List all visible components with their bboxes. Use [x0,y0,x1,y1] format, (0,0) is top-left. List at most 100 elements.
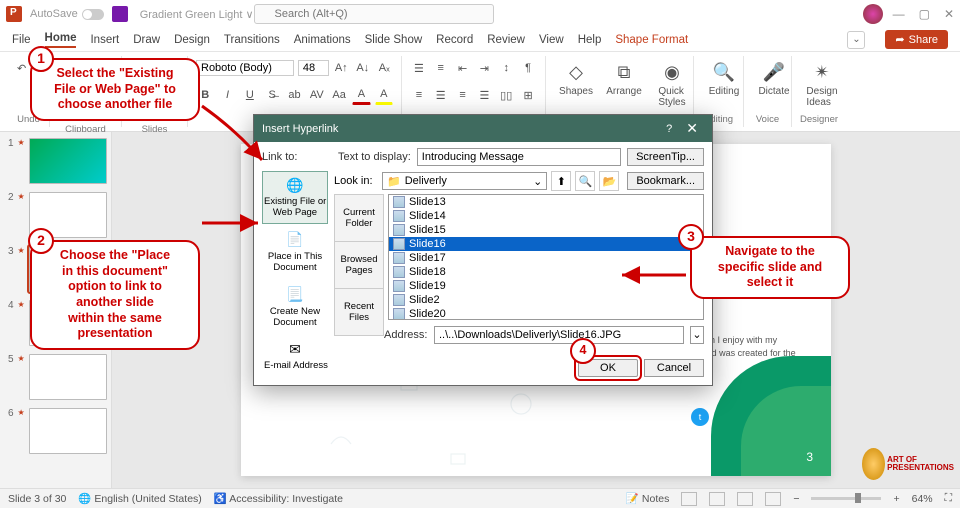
autosave-toggle[interactable]: AutoSave [30,8,104,20]
tab-review[interactable]: Review [487,34,525,46]
document-name[interactable]: Gradient Green Light ∨ [140,8,254,21]
screentip-button[interactable]: ScreenTip... [627,148,704,166]
tab-file[interactable]: File [12,34,31,46]
shapes-button[interactable]: ◇Shapes [554,58,598,99]
twitter-icon[interactable]: t [691,408,709,426]
notes-button[interactable]: 📝 Notes [626,492,669,505]
user-avatar[interactable] [863,4,883,24]
font-size-combo[interactable] [298,60,329,76]
convert-smartart-icon[interactable]: ⊞ [519,85,537,105]
tab-design[interactable]: Design [174,34,210,46]
file-item[interactable]: Slide18 [389,265,703,279]
up-folder-icon[interactable]: ⬆ [551,171,571,191]
close-icon[interactable]: ✕ [944,7,954,21]
numbering-icon[interactable]: ≡ [432,58,450,78]
normal-view-icon[interactable] [681,492,697,506]
tab-browsed-pages[interactable]: Browsed Pages [335,242,383,289]
clear-format-icon[interactable]: Aₓ [376,58,394,78]
tab-shape-format[interactable]: Shape Format [615,34,688,46]
thumb-6[interactable]: 6★ [4,408,107,454]
italic-icon[interactable]: I [218,85,236,105]
linkto-existing-file[interactable]: 🌐Existing File or Web Page [262,171,328,224]
file-item[interactable]: Slide19 [389,279,703,293]
linkto-create-new[interactable]: 📃Create New Document [262,281,328,334]
highlight-icon[interactable]: A [375,85,393,105]
tab-transitions[interactable]: Transitions [224,34,280,46]
increase-font-icon[interactable]: A↑ [333,58,351,78]
linkto-email[interactable]: ✉E-mail Address [262,335,328,376]
justify-icon[interactable]: ☰ [475,85,493,105]
tab-slideshow[interactable]: Slide Show [365,34,423,46]
align-right-icon[interactable]: ≡ [454,85,472,105]
address-input[interactable] [434,326,684,344]
tab-draw[interactable]: Draw [133,34,160,46]
bookmark-button[interactable]: Bookmark... [627,172,704,190]
text-display-input[interactable] [417,148,621,166]
zoom-in-icon[interactable]: + [893,493,899,505]
browse-web-icon[interactable]: 🔍 [575,171,595,191]
font-color-icon[interactable]: A [352,85,370,105]
file-item[interactable]: Slide2 [389,293,703,307]
file-item[interactable]: Slide13 [389,195,703,209]
spacing-icon[interactable]: AV [308,85,326,105]
thumb-2[interactable]: 2★ [4,192,107,238]
strike-icon[interactable]: S̶ [263,85,281,105]
toggle-icon[interactable] [82,9,104,20]
text-direction-icon[interactable]: ¶ [519,58,537,78]
thumb-5[interactable]: 5★ [4,354,107,400]
undo-icon[interactable]: ↶ [16,58,27,78]
file-list[interactable]: Slide13Slide14Slide15Slide16Slide17Slide… [388,194,704,320]
shadow-icon[interactable]: ab [285,85,303,105]
slideshow-view-icon[interactable] [765,492,781,506]
columns-icon[interactable]: ▯▯ [497,85,515,105]
editing-button[interactable]: 🔍Editing [702,58,746,99]
indent-inc-icon[interactable]: ⇥ [475,58,493,78]
change-case-icon[interactable]: Aa [330,85,348,105]
tab-current-folder[interactable]: Current Folder [335,195,383,242]
align-center-icon[interactable]: ☰ [432,85,450,105]
share-button[interactable]: ➦ Share [885,30,948,49]
file-item[interactable]: Slide17 [389,251,703,265]
tab-help[interactable]: Help [578,34,602,46]
dictate-button[interactable]: 🎤Dictate [752,58,796,99]
zoom-slider[interactable] [811,497,881,500]
tab-view[interactable]: View [539,34,564,46]
arrange-button[interactable]: ⧉Arrange [602,58,646,99]
dialog-close-icon[interactable]: ✕ [680,120,704,137]
tab-insert[interactable]: Insert [90,34,119,46]
zoom-out-icon[interactable]: − [793,493,799,505]
tab-recent-files[interactable]: Recent Files [335,289,383,335]
tab-animations[interactable]: Animations [294,34,351,46]
save-icon[interactable] [112,6,128,22]
language-indicator[interactable]: 🌐 English (United States) [78,492,201,505]
thumb-1[interactable]: 1★ [4,138,107,184]
address-dropdown-icon[interactable]: ⌄ [690,326,704,344]
search-input[interactable] [254,4,494,24]
accessibility-indicator[interactable]: ♿ Accessibility: Investigate [214,492,343,505]
design-ideas-button[interactable]: ✴Design Ideas [800,58,844,110]
maximize-icon[interactable]: ▢ [919,7,930,21]
align-left-icon[interactable]: ≡ [410,85,428,105]
slide-indicator[interactable]: Slide 3 of 30 [8,493,66,505]
file-item[interactable]: Slide20 [389,307,703,320]
linkto-place-in-doc[interactable]: 📄Place in This Document [262,226,328,279]
tab-home[interactable]: Home [45,32,77,48]
font-name-input[interactable] [201,62,289,74]
file-item[interactable]: Slide16 [389,237,703,251]
underline-icon[interactable]: U [241,85,259,105]
dialog-titlebar[interactable]: Insert Hyperlink ? ✕ [254,115,712,142]
reading-view-icon[interactable] [737,492,753,506]
bullets-icon[interactable]: ☰ [410,58,428,78]
tab-record[interactable]: Record [436,34,473,46]
minimize-icon[interactable]: — [893,7,905,21]
file-item[interactable]: Slide14 [389,209,703,223]
font-size-input[interactable] [303,62,324,74]
cancel-button[interactable]: Cancel [644,359,704,377]
file-item[interactable]: Slide15 [389,223,703,237]
dialog-help-icon[interactable]: ? [658,123,680,135]
quick-styles-button[interactable]: ◉Quick Styles [650,58,694,110]
ribbon-options-icon[interactable]: ⌄ [847,31,865,49]
line-spacing-icon[interactable]: ↕ [497,58,515,78]
sorter-view-icon[interactable] [709,492,725,506]
fit-window-icon[interactable]: ⛶ [945,492,952,505]
